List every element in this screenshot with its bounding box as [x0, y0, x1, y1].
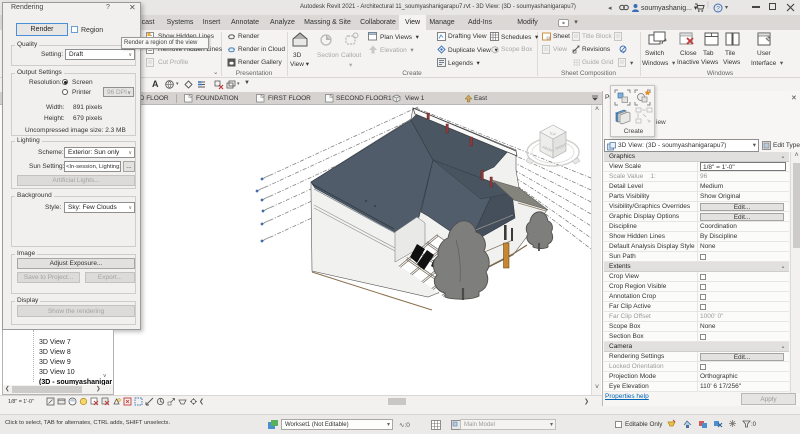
svg-text:?: ?	[716, 5, 720, 12]
